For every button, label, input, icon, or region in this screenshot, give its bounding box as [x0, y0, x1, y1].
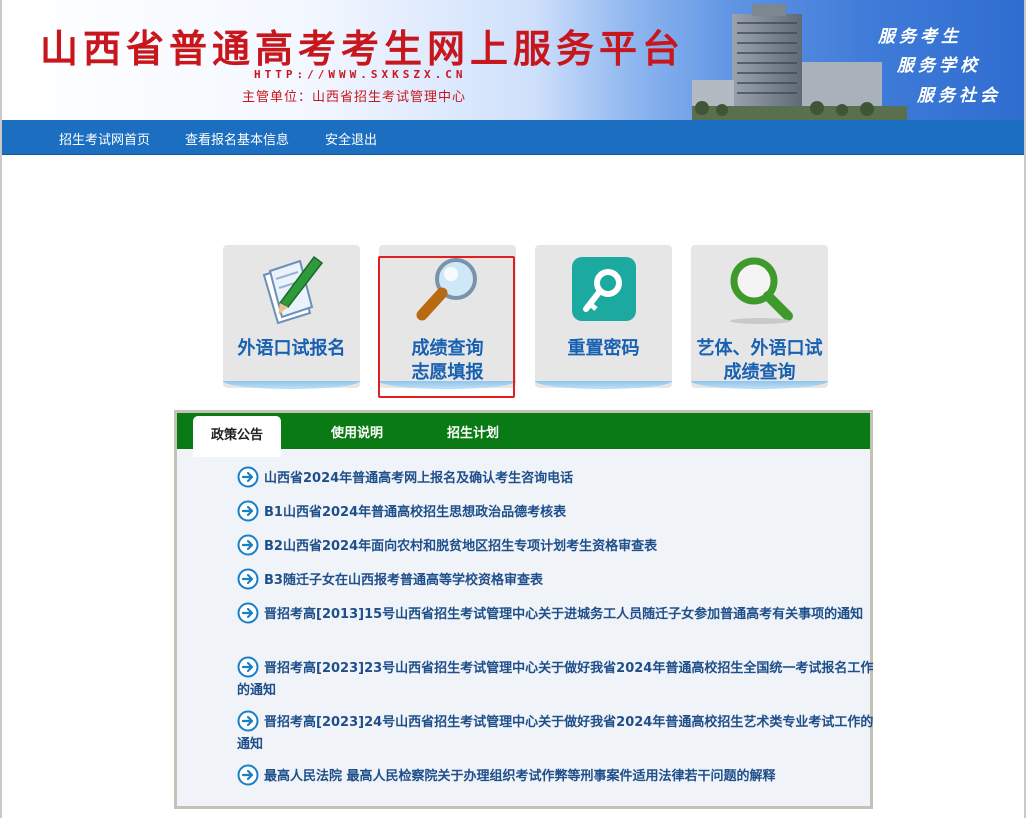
- nav-link-registration-info[interactable]: 查看报名基本信息: [185, 129, 289, 148]
- news-title: 晋招考高[2013]15号山西省招生考试管理中心关于进城务工人员随迁子女参加普通…: [264, 607, 864, 622]
- site-url: HTTP://WWW.SXKSZX.CN: [254, 68, 467, 81]
- tile-label-line2: 成绩查询: [723, 362, 796, 383]
- nav-link-home[interactable]: 招生考试网首页: [59, 129, 150, 148]
- list-item[interactable]: 晋招考高[2013]15号山西省招生考试管理中心关于进城务工人员随迁子女参加普通…: [237, 602, 863, 626]
- news-panel: 政策公告 使用说明 招生计划 山西省2024年普通高考网上报名及确认考生咨询电话…: [174, 410, 873, 809]
- header-banner: 山西省普通高考考生网上服务平台 HTTP://WWW.SXKSZX.CN 主管单…: [2, 0, 1024, 120]
- tile-label-line1: 艺体、外语口试: [696, 338, 823, 359]
- slogan-2: 服务学校: [897, 56, 981, 76]
- search-icon: [730, 257, 793, 324]
- list-item[interactable]: 晋招考高[2023]24号山西省招生考试管理中心关于做好我省2024年普通高校招…: [237, 710, 877, 756]
- list-item[interactable]: B2山西省2024年面向农村和脱贫地区招生专项计划考生资格审查表: [237, 534, 657, 558]
- news-title: B1山西省2024年普通高校招生思想政治品德考核表: [264, 505, 567, 520]
- tab-bar: 政策公告 使用说明 招生计划: [177, 413, 870, 457]
- tile-label: 重置密码: [567, 338, 640, 359]
- arrow-circle-icon: [237, 602, 259, 624]
- list-item[interactable]: 最高人民法院 最高人民检察院关于办理组织考试作弊等刑事案件适用法律若干问题的解释: [237, 764, 776, 788]
- building-image: [692, 4, 907, 120]
- tile-label-line2: 志愿填报: [411, 362, 484, 383]
- key-icon: [572, 257, 636, 321]
- site-org: 主管单位：山西省招生考试管理中心: [242, 90, 467, 105]
- tab-enrollment-plan[interactable]: 招生计划: [433, 413, 513, 449]
- news-title: B3随迁子女在山西报考普通高等学校资格审查表: [264, 573, 543, 588]
- list-item[interactable]: B1山西省2024年普通高校招生思想政治品德考核表: [237, 500, 566, 524]
- news-title: 最高人民法院 最高人民检察院关于办理组织考试作弊等刑事案件适用法律若干问题的解释: [264, 769, 776, 784]
- arrow-circle-icon: [237, 500, 259, 522]
- arrow-circle-icon: [237, 710, 259, 732]
- tab-policy[interactable]: 政策公告: [193, 416, 281, 457]
- nav-bar: 招生考试网首页 查看报名基本信息 安全退出: [2, 120, 1024, 155]
- pen-paper-icon: [262, 255, 324, 325]
- tab-instructions[interactable]: 使用说明: [317, 413, 397, 449]
- magnifier-icon: [416, 258, 477, 321]
- arrow-circle-icon: [237, 534, 259, 556]
- tile-oral-exam-registration[interactable]: 外语口试报名: [223, 245, 360, 389]
- news-title: 晋招考高[2023]24号山西省招生考试管理中心关于做好我省2024年普通高校招…: [237, 715, 874, 752]
- nav-link-logout[interactable]: 安全退出: [325, 129, 377, 148]
- list-item[interactable]: B3随迁子女在山西报考普通高等学校资格审查表: [237, 568, 543, 592]
- tile-label-line1: 成绩查询: [411, 338, 484, 359]
- news-title: 晋招考高[2023]23号山西省招生考试管理中心关于做好我省2024年普通高校招…: [237, 661, 874, 698]
- tile-art-oral-score-query[interactable]: 艺体、外语口试 成绩查询: [691, 245, 828, 389]
- tile-label: 外语口试报名: [237, 338, 346, 359]
- site-title: 山西省普通高考考生网上服务平台: [40, 26, 686, 71]
- news-title: B2山西省2024年面向农村和脱贫地区招生专项计划考生资格审查表: [264, 539, 658, 554]
- slogan-1: 服务考生: [878, 27, 962, 47]
- news-title: 山西省2024年普通高考网上报名及确认考生咨询电话: [264, 471, 574, 486]
- tile-reset-password[interactable]: 重置密码: [535, 245, 672, 389]
- arrow-circle-icon: [237, 764, 259, 786]
- tile-score-query-volunteer[interactable]: 成绩查询 志愿填报: [379, 245, 516, 389]
- arrow-circle-icon: [237, 568, 259, 590]
- arrow-circle-icon: [237, 466, 259, 488]
- slogan-3: 服务社会: [917, 86, 1001, 106]
- list-item[interactable]: 山西省2024年普通高考网上报名及确认考生咨询电话: [237, 466, 573, 490]
- arrow-circle-icon: [237, 656, 259, 678]
- list-item[interactable]: 晋招考高[2023]23号山西省招生考试管理中心关于做好我省2024年普通高校招…: [237, 656, 877, 702]
